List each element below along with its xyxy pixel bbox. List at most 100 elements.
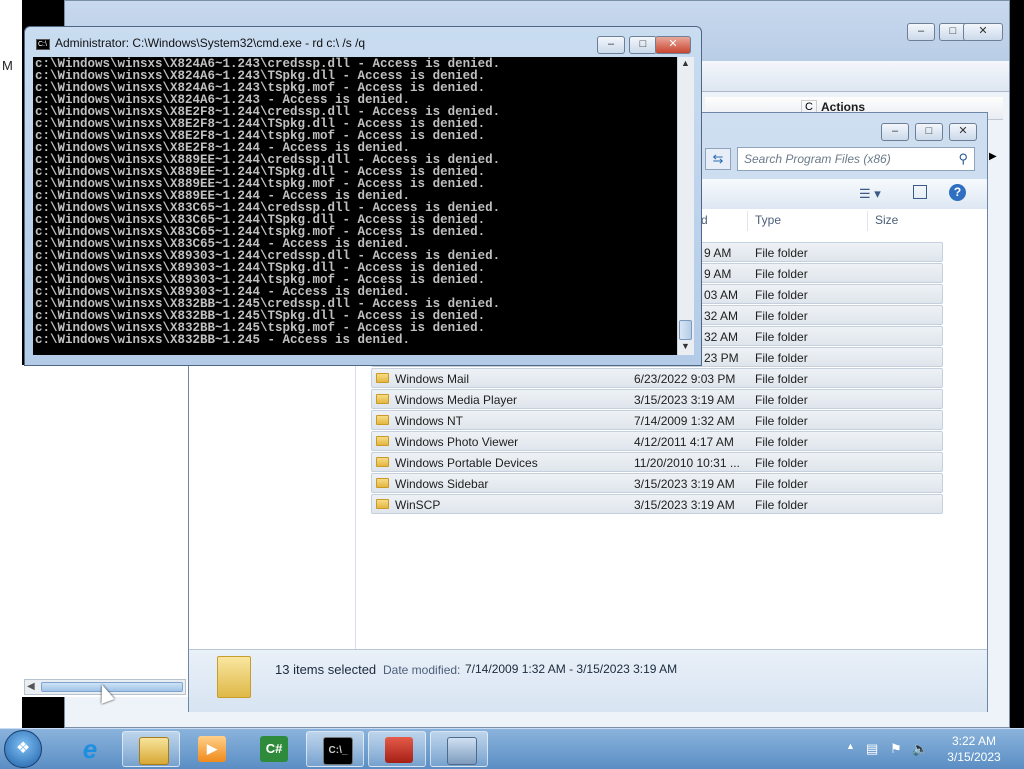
action-center-flag-icon[interactable]: ⚑ [890, 741, 902, 757]
volume-icon[interactable]: 🔈 [912, 741, 928, 757]
clock-time: 3:22 AM [951, 734, 997, 748]
row-type: File folder [755, 456, 808, 470]
row-type: File folder [755, 477, 808, 491]
folder-icon [376, 373, 389, 383]
table-row[interactable]: WinSCP 3/15/2023 3:19 AM File folder [371, 494, 943, 514]
row-date: 3/15/2023 3:19 AM [634, 477, 735, 491]
row-name: Windows Mail [395, 372, 470, 386]
row-type: File folder [755, 309, 808, 323]
refresh-icon[interactable]: ⇆ [705, 148, 731, 170]
row-type: File folder [755, 288, 808, 302]
row-date: 03 AM [704, 288, 739, 302]
taskbar: ❖ e ▶ C# C:\_ ▲ ▤ ⚑ 🔈 3:22 AM 3/15/2023 [0, 728, 1024, 769]
minimize-icon[interactable]: – [907, 23, 935, 41]
type-column-header[interactable]: Type [755, 213, 781, 227]
row-type: File folder [755, 414, 808, 428]
size-column-header[interactable]: Size [875, 213, 898, 227]
explorer-maximize-icon[interactable]: □ [915, 123, 943, 141]
media-player-button[interactable]: ▶ [182, 731, 240, 767]
scrollbar-thumb[interactable] [41, 682, 183, 692]
date-column-header[interactable]: d [701, 213, 708, 227]
row-type: File folder [755, 435, 808, 449]
view-options-icon[interactable]: ☰ ▾ [859, 186, 881, 202]
table-row[interactable]: Windows Sidebar 3/15/2023 3:19 AM File fol… [371, 473, 943, 493]
search-input[interactable]: Search Program Files (x86) ⚲ [737, 147, 975, 171]
toolbox-app-button[interactable] [368, 731, 426, 767]
date-modified-range: 7/14/2009 1:32 AM - 3/15/2023 3:19 AM [465, 662, 678, 676]
row-name: Windows Media Player [395, 393, 518, 407]
scroll-left-icon[interactable]: ◀ [27, 681, 35, 692]
server-manager-button[interactable] [430, 731, 488, 767]
row-type: File folder [755, 498, 808, 512]
row-date: 32 AM [704, 309, 739, 323]
command-prompt-icon: C:\_ [323, 737, 353, 765]
console-scroll-thumb[interactable] [679, 320, 692, 340]
tree-pane[interactable] [22, 365, 189, 697]
network-icon[interactable]: ▤ [866, 741, 878, 757]
selection-count: 13 items selected [275, 662, 377, 677]
server-manager-icon [447, 737, 477, 765]
row-type: File folder [755, 246, 808, 260]
folder-icon [376, 457, 389, 467]
close-icon[interactable]: ✕ [963, 23, 1003, 41]
preview-pane-icon[interactable] [913, 185, 927, 199]
explorer-close-icon[interactable]: ✕ [949, 123, 977, 141]
row-date: 11/20/2010 10:31 ... [634, 456, 740, 470]
table-row[interactable]: Windows Portable Devices 11/20/2010 10:31… [371, 452, 943, 472]
command-prompt-button[interactable]: C:\_ [306, 731, 364, 767]
csharp-icon: C# [260, 736, 288, 762]
cmd-maximize-icon[interactable]: □ [629, 36, 657, 54]
help-icon[interactable]: ? [949, 184, 966, 201]
row-type: File folder [755, 330, 808, 344]
internet-explorer-button[interactable]: e [60, 731, 118, 767]
table-row[interactable]: Windows Photo Viewer 4/12/2011 4:17 AM Fil… [371, 431, 943, 451]
explorer-minimize-icon[interactable]: – [881, 123, 909, 141]
start-button[interactable]: ❖ [4, 730, 42, 768]
date-modified-label: Date modified: [383, 663, 461, 677]
folder-icon [376, 436, 389, 446]
scroll-up-icon[interactable]: ▲ [681, 58, 690, 68]
system-clock[interactable]: 3:22 AM 3/15/2023 [934, 733, 1014, 765]
row-type: File folder [755, 393, 808, 407]
table-row[interactable]: Windows NT 7/14/2009 1:32 AM File folder [371, 410, 943, 430]
console-output[interactable]: c:\Windows\winsxs\X824A6~1.243\credssp.d… [33, 57, 677, 355]
file-explorer-button[interactable] [122, 731, 180, 767]
row-type: File folder [755, 351, 808, 365]
background-left-strip: M [0, 0, 22, 728]
show-hidden-icons-icon[interactable]: ▲ [846, 741, 855, 751]
cmd-window-title: Administrator: C:\Windows\System32\cmd.e… [55, 36, 366, 50]
row-date: 7/14/2009 1:32 AM [634, 414, 735, 428]
csharp-app-button[interactable]: C# [244, 731, 302, 767]
row-name: Windows Photo Viewer [395, 435, 519, 449]
clock-date: 3/15/2023 [947, 750, 1001, 764]
row-date: 4/12/2011 4:17 AM [634, 435, 734, 449]
folder-icon [376, 415, 389, 425]
console-vertical-scrollbar[interactable]: ▲ ▼ [677, 57, 694, 355]
row-type: File folder [755, 267, 808, 281]
table-row[interactable]: Windows Media Player 3/15/2023 3:19 AM Fil… [371, 389, 943, 409]
search-icon[interactable]: ⚲ [958, 151, 968, 167]
nav-arrow-icon[interactable]: ▶ [989, 151, 997, 162]
details-pane: 13 items selected Date modified: 7/14/20… [189, 649, 987, 712]
row-date: 3/15/2023 3:19 AM [634, 393, 735, 407]
cmd-minimize-icon[interactable]: – [597, 36, 625, 54]
row-date: 9 AM [704, 267, 732, 281]
cmd-window-icon: C:\ [36, 39, 50, 50]
folder-icon [376, 394, 389, 404]
row-date: 23 PM [704, 351, 739, 365]
background-letter: M [2, 58, 13, 73]
folder-stack-icon [217, 656, 251, 698]
internet-explorer-icon: e [82, 734, 98, 764]
cmd-window[interactable]: C:\ Administrator: C:\Windows\System32\c… [24, 26, 702, 366]
scroll-down-icon[interactable]: ▼ [681, 341, 690, 351]
row-date: 9 AM [704, 246, 732, 260]
row-name: WinSCP [395, 498, 441, 512]
console-text: c:\Windows\winsxs\X824A6~1.243\credssp.d… [35, 57, 501, 347]
table-row[interactable]: Windows Mail 6/23/2022 9:03 PM File folder [371, 368, 943, 388]
cmd-close-icon[interactable]: ✕ [655, 36, 691, 54]
row-type: File folder [755, 372, 808, 386]
row-name: Windows Portable Devices [395, 456, 538, 470]
column-separator [867, 211, 868, 231]
media-player-icon: ▶ [198, 736, 226, 762]
row-date: 32 AM [704, 330, 739, 344]
